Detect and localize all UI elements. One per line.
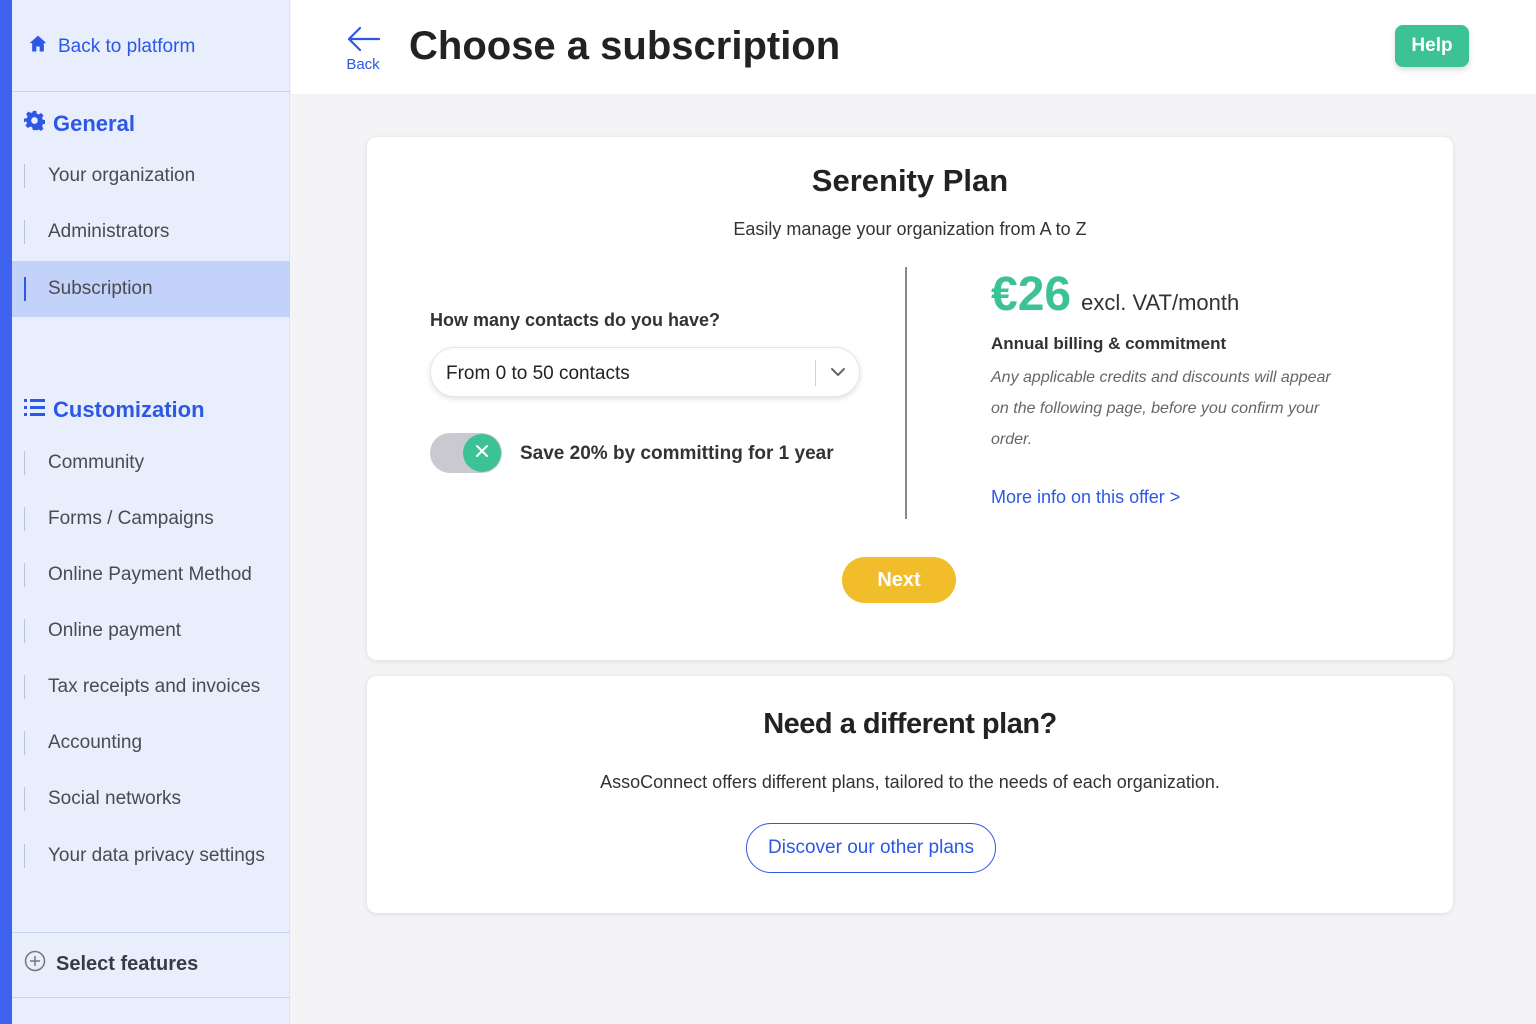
- sidebar-divider: [12, 91, 290, 92]
- help-button[interactable]: Help: [1395, 25, 1469, 67]
- sidebar-item-label: Your organization: [48, 165, 196, 186]
- select-features-button[interactable]: Select features: [24, 950, 198, 978]
- commit-toggle[interactable]: [430, 433, 502, 473]
- sidebar-item-label: Community: [48, 452, 145, 473]
- back-label: Back: [346, 56, 380, 73]
- home-icon: [28, 34, 48, 60]
- price-unit: excl. VAT/month: [1081, 290, 1240, 315]
- select-separator: [815, 360, 816, 386]
- nav-indicator: [24, 507, 25, 531]
- back-to-platform-label: Back to platform: [58, 36, 196, 57]
- sidebar-item-label: Online payment: [48, 620, 182, 641]
- back-to-platform-link[interactable]: Back to platform: [28, 34, 195, 60]
- vertical-divider: [905, 267, 907, 519]
- price-row: €26 excl. VAT/month: [991, 267, 1239, 322]
- plan-title: Serenity Plan: [811, 163, 1009, 198]
- sidebar-divider: [12, 997, 290, 998]
- plus-circle-icon: [24, 950, 46, 978]
- select-features-label: Select features: [56, 952, 199, 975]
- next-button[interactable]: Next: [842, 557, 956, 603]
- other-plans-card: Need a different plan? AssoConnect offer…: [367, 676, 1453, 913]
- discount-note: Any applicable credits and discounts wil…: [991, 369, 1331, 448]
- nav-indicator: [24, 731, 25, 755]
- sidebar-item-label: Your data privacy settings: [48, 845, 265, 866]
- sidebar-item-data-privacy[interactable]: Your data privacy settings: [12, 828, 290, 884]
- chevron-down-icon: [827, 361, 849, 388]
- sidebar-item-forms-campaigns[interactable]: Forms / Campaigns: [12, 491, 290, 547]
- sidebar-item-label: Forms / Campaigns: [48, 508, 214, 529]
- sidebar-item-online-payment-method[interactable]: Online Payment Method: [12, 547, 290, 603]
- billing-info: Annual billing & commitment: [991, 334, 1227, 353]
- sidebar-item-community[interactable]: Community: [12, 435, 290, 491]
- sidebar-item-label: Tax receipts and invoices: [48, 676, 261, 697]
- sidebar-item-label: Accounting: [48, 732, 143, 753]
- sidebar-item-label: Subscription: [48, 278, 153, 299]
- section-general-title: General: [53, 110, 135, 136]
- price-amount: €26: [991, 268, 1072, 321]
- sidebar-item-tax-receipts[interactable]: Tax receipts and invoices: [12, 659, 290, 715]
- close-icon: [475, 444, 489, 463]
- sidebar-divider: [12, 932, 290, 933]
- sidebar-item-label: Social networks: [48, 788, 182, 809]
- nav-indicator: [24, 277, 26, 301]
- sidebar-item-your-organization[interactable]: Your organization: [12, 148, 290, 204]
- nav-indicator: [24, 787, 25, 811]
- sidebar-item-subscription[interactable]: Subscription: [12, 261, 290, 317]
- sidebar-accent-edge: [0, 0, 12, 1024]
- sidebar-item-online-payment[interactable]: Online payment: [12, 603, 290, 659]
- nav-indicator: [24, 619, 25, 643]
- gear-icon: [24, 110, 46, 137]
- list-icon: [24, 397, 45, 423]
- contacts-selected-value: From 0 to 50 contacts: [446, 363, 630, 384]
- section-customization: Customization: [24, 397, 205, 423]
- nav-indicator: [24, 675, 25, 699]
- discover-other-plans-button[interactable]: Discover our other plans: [746, 823, 996, 873]
- nav-indicator: [24, 844, 25, 868]
- sidebar-item-social-networks[interactable]: Social networks: [12, 771, 290, 827]
- more-info-link[interactable]: More info on this offer >: [991, 487, 1180, 508]
- plan-subtitle: Easily manage your organization from A t…: [733, 219, 1087, 239]
- nav-indicator: [24, 563, 25, 587]
- sidebar-item-accounting[interactable]: Accounting: [12, 715, 290, 771]
- toggle-knob: [463, 434, 501, 472]
- other-plans-text: AssoConnect offers different plans, tail…: [600, 772, 1220, 792]
- sidebar-item-label: Administrators: [48, 221, 170, 242]
- page-title: Choose a subscription: [409, 24, 841, 68]
- section-general: General: [24, 110, 135, 137]
- sidebar: Back to platform General Your organizati…: [0, 0, 290, 1024]
- section-customization-title: Customization: [53, 397, 205, 422]
- contacts-select[interactable]: From 0 to 50 contacts: [430, 347, 860, 397]
- sidebar-item-administrators[interactable]: Administrators: [12, 204, 290, 260]
- nav-indicator: [24, 164, 25, 188]
- commit-toggle-label: Save 20% by committing for 1 year: [520, 443, 834, 464]
- back-button[interactable]: Back: [345, 26, 381, 73]
- page-header: Back Choose a subscription Help: [291, 0, 1536, 94]
- other-plans-title: Need a different plan?: [763, 708, 1057, 740]
- contacts-question: How many contacts do you have?: [430, 310, 721, 330]
- plan-card: Serenity Plan Easily manage your organiz…: [367, 137, 1453, 660]
- sidebar-item-label: Online Payment Method: [48, 564, 252, 585]
- nav-indicator: [24, 451, 25, 475]
- nav-indicator: [24, 220, 25, 244]
- arrow-left-icon: [346, 26, 381, 56]
